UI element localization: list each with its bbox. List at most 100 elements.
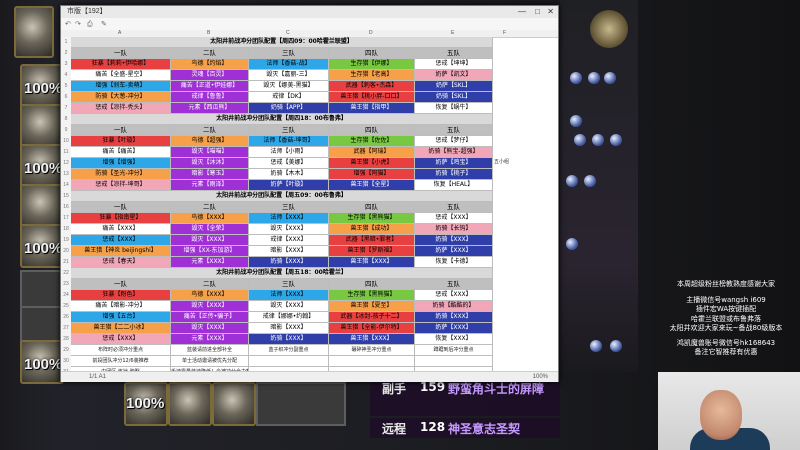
- sheet-cell[interactable]: 灵魂【百灵】: [171, 70, 249, 81]
- sheet-cell[interactable]: 毁灭【沐沐】: [171, 158, 249, 169]
- sheet-cell[interactable]: 生存猎【佐佐】: [329, 136, 415, 147]
- sheet-cell[interactable]: 暗影【寒玉】: [171, 169, 249, 180]
- sheet-cell[interactable]: 增强【刹车-卖萌】: [71, 81, 171, 92]
- buff-icon[interactable]: [604, 72, 616, 84]
- sheet-cell[interactable]: 戒律【娜娜•约翰】: [249, 312, 329, 323]
- sheet-cell[interactable]: 布阵时必须冲分重点: [71, 345, 171, 356]
- sheet-cell[interactable]: 奶骑【XXX】: [249, 257, 329, 268]
- format-icon[interactable]: ✎: [101, 20, 107, 28]
- sheet-cell[interactable]: 元素【XXX】: [171, 257, 249, 268]
- spreadsheet-window[interactable]: 市版【192】 ✕ □ — ↶ ↷ ⎙ ✎ A B C D E F 1 太阳井前战冲分团队配…: [60, 5, 559, 382]
- sheet-cell[interactable]: 惩戒【凉拌-秃头】: [71, 103, 171, 114]
- buff-icon[interactable]: [566, 238, 578, 250]
- sheet-cell[interactable]: 兽王猎【全星】: [329, 180, 415, 191]
- sheet-cell[interactable]: 四队: [329, 202, 415, 213]
- buff-icon[interactable]: [588, 72, 600, 84]
- sheet-cell[interactable]: 戒律【鲁鲁】: [171, 92, 249, 103]
- sheet-cell[interactable]: 二队: [171, 125, 249, 136]
- sheet-cell[interactable]: 暗影【XXX】: [249, 246, 329, 257]
- undo-icon[interactable]: ↶: [65, 20, 71, 28]
- bag-panel[interactable]: [256, 382, 346, 426]
- sheet-cell[interactable]: 兽王猎【XXX】: [329, 257, 415, 268]
- sheet-cell[interactable]: 毁灭【XXX】: [171, 323, 249, 334]
- column-header[interactable]: C: [286, 30, 290, 36]
- column-header[interactable]: E: [451, 30, 454, 36]
- sheet-cell[interactable]: 生存猎【黑熊猫】: [329, 290, 415, 301]
- sheet-grid[interactable]: 1 太阳井前战冲分团队配置【周四09：00哈霍兰联盟】 2 一队 二队 三队 四队 五队 3 狂暴…: [61, 37, 558, 371]
- sheet-cell[interactable]: 四队: [329, 125, 415, 136]
- sheet-cell[interactable]: 鸟德【XXX】: [171, 290, 249, 301]
- sheet-cell[interactable]: 兽王猎【XXX】: [329, 334, 415, 345]
- sheet-cell[interactable]: 毁灭【XXX】: [171, 301, 249, 312]
- sheet-cell[interactable]: 毁灭【娜美-黑猫】: [249, 81, 329, 92]
- sheet-cell[interactable]: 增强【五台】: [71, 312, 171, 323]
- sheet-cell[interactable]: 痛苦【正道•伊娃娜】: [171, 81, 249, 92]
- sheet-cell[interactable]: 奶萨【鸡宝】: [415, 158, 493, 169]
- sheet-cell[interactable]: 法师【香菇-坤哥】: [249, 136, 329, 147]
- sheet-cell[interactable]: 毁灭【XXX】: [249, 224, 329, 235]
- sheet-cell[interactable]: 元素【雨泽】: [171, 180, 249, 191]
- sheet-cell[interactable]: 奶骑【熊宝-超强】: [415, 147, 493, 158]
- sheet-cell[interactable]: 毁灭【XXX】: [249, 301, 329, 312]
- column-header[interactable]: F: [503, 30, 506, 36]
- sheet-cell[interactable]: 前段团队冲分12/6装推荐: [71, 356, 171, 367]
- sheet-cell[interactable]: 碾碎神圣冲分重点: [329, 345, 415, 356]
- sheet-cell[interactable]: 兽王猎【小虎】: [329, 158, 415, 169]
- player-portrait[interactable]: [14, 6, 54, 58]
- sheet-cell[interactable]: 毁灭【喵喵】: [171, 147, 249, 158]
- sheet-cell[interactable]: 奶骑【XXX】: [249, 334, 329, 345]
- sheet-cell[interactable]: 三队: [249, 202, 329, 213]
- sheet-cell[interactable]: 武器【冰封-孩子十二】: [329, 312, 415, 323]
- sheet-cell[interactable]: 法师【香菇-战】: [249, 59, 329, 70]
- sheet-cell[interactable]: 兽王猎【桃小胖-口口】: [329, 92, 415, 103]
- sheet-cell[interactable]: 四队: [329, 48, 415, 59]
- sheet-cell[interactable]: 三队: [249, 48, 329, 59]
- sheet-cell[interactable]: 法师【XXX】: [249, 290, 329, 301]
- sheet-cell[interactable]: 恢复【XXX】: [415, 334, 493, 345]
- sheet-cell[interactable]: [329, 356, 415, 367]
- zoom-level[interactable]: 100%: [533, 372, 548, 382]
- sheet-cell[interactable]: 痛苦【XXX】: [71, 224, 171, 235]
- sheet-cell[interactable]: 增强【XX-东加游】: [171, 246, 249, 257]
- sheet-cell[interactable]: 奶骑【XXX】: [415, 312, 493, 323]
- sheet-cell[interactable]: 五队: [415, 202, 493, 213]
- buff-icon[interactable]: [610, 134, 622, 146]
- sheet-cell[interactable]: 狂暴【莉莉•伊哈娜】: [71, 59, 171, 70]
- sheet-cell[interactable]: 兽王猎【成功】: [329, 224, 415, 235]
- sheet-cell[interactable]: 蓝装请前进全部补全: [171, 345, 249, 356]
- target-portrait[interactable]: [590, 10, 628, 48]
- sheet-cell[interactable]: 兽王猎【夏至】: [329, 301, 415, 312]
- sheet-tab[interactable]: 1/1 A1: [61, 374, 106, 380]
- bag-slot-2[interactable]: [168, 382, 212, 426]
- sheet-cell[interactable]: 狂暴【叶璇】: [71, 136, 171, 147]
- sheet-cell[interactable]: 毁灭【嘉丽-三】: [249, 70, 329, 81]
- sheet-cell[interactable]: 奶骑【XXX】: [415, 235, 493, 246]
- sheet-cell[interactable]: 兽王猎【全能-伊尔特】: [329, 323, 415, 334]
- sheet-cell[interactable]: 太阳井前战冲分团队配置【周四18：00布鲁弗】: [71, 114, 493, 125]
- sheet-cell[interactable]: 兽王猎【二二小冰】: [71, 323, 171, 334]
- sheet-cell[interactable]: 一队: [71, 202, 171, 213]
- minimize-icon[interactable]: —: [518, 6, 526, 18]
- sheet-cell[interactable]: 武器【阿瑞】: [329, 147, 415, 158]
- sheet-cell[interactable]: 惩戒【XXX】: [71, 235, 171, 246]
- buff-icon[interactable]: [590, 340, 602, 352]
- column-header[interactable]: A: [118, 30, 121, 36]
- sheet-cell[interactable]: 二队: [171, 202, 249, 213]
- sheet-cell[interactable]: 恢复【HEAL】: [415, 180, 493, 191]
- sheet-cell[interactable]: 兽王猎【神炎 beijingshi】: [71, 246, 171, 257]
- sheet-cell[interactable]: 五队: [415, 279, 493, 290]
- sheet-cell[interactable]: 增强【增强】: [71, 158, 171, 169]
- sheet-cell[interactable]: 惩戒【梦仔】: [415, 136, 493, 147]
- sheet-cell[interactable]: 毁灭【XXX】: [171, 235, 249, 246]
- sheet-cell[interactable]: 惩戒【XXX】: [71, 334, 171, 345]
- buff-icon[interactable]: [566, 175, 578, 187]
- party-portrait-4[interactable]: [20, 184, 64, 228]
- sheet-cell[interactable]: 恢复【卡德】: [415, 257, 493, 268]
- sheet-cell[interactable]: 二队: [171, 48, 249, 59]
- sheet-cell[interactable]: 奶骑【APP】: [249, 103, 329, 114]
- sheet-cell[interactable]: 武器【刺客•杰森】: [329, 81, 415, 92]
- sheet-cell[interactable]: 痛苦【正传•骗子】: [171, 312, 249, 323]
- sheet-cell[interactable]: 武器【黑暗•罪者】: [329, 235, 415, 246]
- sheet-cell[interactable]: 二队: [171, 279, 249, 290]
- buff-icon[interactable]: [574, 134, 586, 146]
